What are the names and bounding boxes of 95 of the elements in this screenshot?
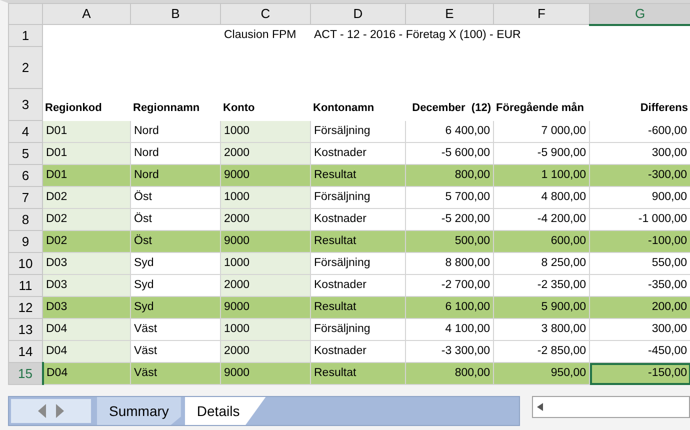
table-cell: Syd <box>130 252 220 274</box>
scroll-right-icon[interactable] <box>56 404 64 418</box>
column-header[interactable]: E <box>406 4 494 24</box>
column-header[interactable]: A <box>42 4 130 24</box>
row-header[interactable]: 6 <box>8 164 42 186</box>
column-heading: Regionnamn <box>133 102 200 114</box>
row-header[interactable]: 13 <box>8 318 42 340</box>
table-cell: Resultat <box>310 164 406 186</box>
column-heading: December (12) <box>412 102 491 114</box>
table-cell: 1000 <box>220 186 310 208</box>
column-header[interactable]: G <box>590 4 690 24</box>
table-cell: 200,00 <box>590 296 690 318</box>
row-header[interactable]: 7 <box>8 186 42 208</box>
column-heading: Differens <box>640 102 688 114</box>
table-cell: Öst <box>130 230 220 252</box>
table-cell: 2000 <box>220 340 310 362</box>
table-cell: Resultat <box>310 230 406 252</box>
table-cell: 2000 <box>220 208 310 230</box>
report-context: ACT - 12 - 2016 - Företag X (100) - EUR <box>314 29 521 42</box>
column-header[interactable]: B <box>130 4 220 24</box>
row-header[interactable]: 12 <box>8 296 42 318</box>
column-heading: Regionkod <box>45 102 102 114</box>
column-header[interactable]: D <box>310 4 406 24</box>
table-cell: 7 000,00 <box>494 120 590 142</box>
table-cell: D04 <box>42 318 130 340</box>
table-cell: 950,00 <box>494 362 590 384</box>
row-header[interactable]: 14 <box>8 340 42 362</box>
table-cell: Syd <box>130 296 220 318</box>
table-cell: Försäljning <box>310 120 406 142</box>
table-cell: 9000 <box>220 230 310 252</box>
table-cell: D03 <box>42 296 130 318</box>
table-cell: 1000 <box>220 318 310 340</box>
row-header[interactable]: 5 <box>8 142 42 164</box>
sheet-tab[interactable]: Summary <box>97 397 181 425</box>
table-cell: 5 900,00 <box>494 296 590 318</box>
column-header[interactable]: C <box>220 4 310 24</box>
table-cell: D04 <box>42 362 130 384</box>
table-cell: 6 100,00 <box>406 296 494 318</box>
table-cell: -150,00 <box>590 362 690 384</box>
column-heading: Föregående mån <box>496 102 584 114</box>
table-cell: 1000 <box>220 120 310 142</box>
table-cell: 600,00 <box>494 230 590 252</box>
table-cell: Nord <box>130 120 220 142</box>
row-header[interactable]: 2 <box>8 46 42 88</box>
table-cell: 800,00 <box>406 362 494 384</box>
table-cell: Försäljning <box>310 252 406 274</box>
table-cell: 1000 <box>220 252 310 274</box>
table-cell: D02 <box>42 208 130 230</box>
table-cell: 8 800,00 <box>406 252 494 274</box>
row-header[interactable]: 8 <box>8 208 42 230</box>
row-header[interactable]: 1 <box>8 24 42 46</box>
horizontal-scrollbar[interactable] <box>532 396 690 418</box>
table-cell: Väst <box>130 362 220 384</box>
table-cell: 500,00 <box>406 230 494 252</box>
table-cell: D01 <box>42 164 130 186</box>
table-cell: 4 800,00 <box>494 186 590 208</box>
row-header[interactable]: 3 <box>8 88 42 120</box>
row-header[interactable]: 15 <box>8 362 42 384</box>
table-cell: 9000 <box>220 164 310 186</box>
table-cell: 800,00 <box>406 164 494 186</box>
table-cell: 3 800,00 <box>494 318 590 340</box>
table-cell: 1 100,00 <box>494 164 590 186</box>
row-header[interactable]: 10 <box>8 252 42 274</box>
table-cell: -300,00 <box>590 164 690 186</box>
table-cell: 2000 <box>220 274 310 296</box>
row-header[interactable]: 11 <box>8 274 42 296</box>
table-cell: Nord <box>130 164 220 186</box>
table-cell: D02 <box>42 230 130 252</box>
column-heading: Kontonamn <box>313 102 374 114</box>
table-cell: D04 <box>42 340 130 362</box>
table-cell: Resultat <box>310 296 406 318</box>
table-cell: 4 100,00 <box>406 318 494 340</box>
table-cell: D01 <box>42 142 130 164</box>
table-cell: D01 <box>42 120 130 142</box>
table-cell: Försäljning <box>310 318 406 340</box>
row-header[interactable]: 4 <box>8 120 42 142</box>
table-cell: 8 250,00 <box>494 252 590 274</box>
table-cell: 9000 <box>220 362 310 384</box>
table-cell: Resultat <box>310 362 406 384</box>
table-cell: 2000 <box>220 142 310 164</box>
column-heading: Konto <box>223 102 255 114</box>
table-cell: D03 <box>42 274 130 296</box>
table-cell: Öst <box>130 186 220 208</box>
table-cell: D03 <box>42 252 130 274</box>
table-cell: 5 700,00 <box>406 186 494 208</box>
table-cell: D02 <box>42 186 130 208</box>
table-cell: Väst <box>130 318 220 340</box>
table-cell: Försäljning <box>310 186 406 208</box>
row-header[interactable]: 9 <box>8 230 42 252</box>
table-cell: 9000 <box>220 296 310 318</box>
report-title: Clausion FPM <box>224 28 296 41</box>
sheet-tab[interactable]: Details <box>184 397 266 425</box>
table-cell: -100,00 <box>590 230 690 252</box>
column-header[interactable]: F <box>494 4 590 24</box>
table-cell: 6 400,00 <box>406 120 494 142</box>
